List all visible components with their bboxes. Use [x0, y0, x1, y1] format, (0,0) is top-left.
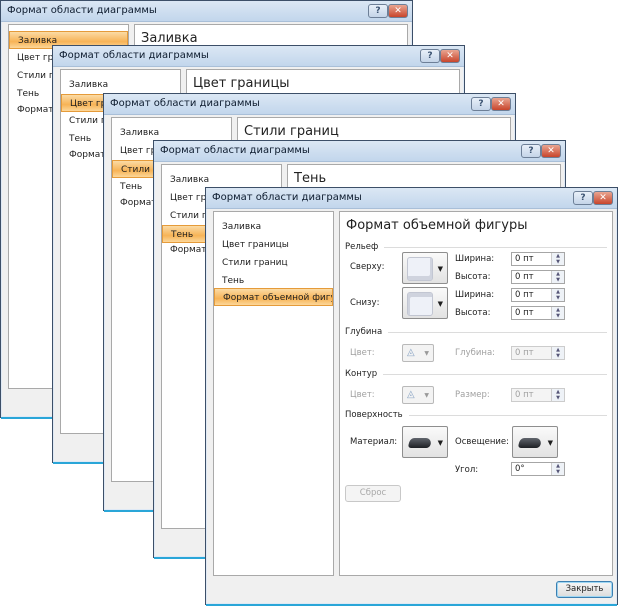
contour-size-label: Размер: [455, 390, 490, 400]
contour-size-value[interactable]: 0 пт [515, 390, 534, 400]
contour-section-label: Контур [345, 369, 378, 379]
contour-section: Контур [345, 369, 607, 379]
pane-heading: Тень [294, 171, 327, 186]
depth-value[interactable]: 0 пт [515, 348, 534, 358]
spinner[interactable]: ▲ ▼ [551, 463, 564, 475]
nav-item[interactable]: Стили границ [214, 254, 333, 272]
depth-section-label: Глубина [345, 327, 383, 337]
depth-section: Глубина [345, 327, 607, 337]
top-height-value[interactable]: 0 пт [515, 272, 534, 282]
depth-color-label: Цвет: [350, 348, 375, 358]
dialog-title: Формат области диаграммы [160, 145, 310, 156]
close-button[interactable]: Закрыть [556, 581, 613, 598]
bottom-width-label: Ширина: [455, 290, 495, 300]
pane-heading: Цвет границы [193, 76, 290, 91]
material-shape-icon [407, 438, 433, 448]
angle-label: Угол: [455, 465, 479, 475]
nav-item[interactable]: Заливка [61, 76, 180, 94]
help-button[interactable]: ? [573, 191, 593, 205]
bottom-height-input[interactable]: 0 пт ▲ ▼ [511, 306, 565, 320]
dialog-title: Формат области диаграммы [212, 192, 362, 203]
paint-bucket-icon: ◬ [407, 347, 415, 358]
nav-item[interactable]: Формат объемной фигуры [214, 288, 333, 306]
lighting-shape-icon [517, 438, 543, 448]
help-button[interactable]: ? [521, 144, 541, 158]
title-bar[interactable]: Формат области диаграммы ? ✕ [53, 46, 464, 67]
help-button[interactable]: ? [420, 49, 440, 63]
spinner[interactable]: ▲ ▼ [551, 389, 564, 401]
pane-heading: Стили границ [244, 124, 339, 139]
bottom-height-value[interactable]: 0 пт [515, 308, 534, 318]
relief-label: Рельеф [345, 242, 379, 252]
dropdown-arrow-icon: ▼ [437, 265, 443, 273]
bevel-top-icon [407, 257, 433, 281]
nav-item[interactable]: Цвет границы [214, 236, 333, 254]
depth-label: Глубина: [455, 348, 496, 358]
format-chart-area-dialog: Формат области диаграммы ? ✕ Заливка Цвет… [205, 187, 618, 606]
spinner[interactable]: ▲ ▼ [551, 347, 564, 359]
close-window-button[interactable]: ✕ [440, 49, 460, 63]
lighting-label: Освещение: [455, 437, 510, 447]
paint-bucket-icon: ◬ [407, 389, 415, 400]
dropdown-arrow-icon: ▼ [547, 439, 553, 447]
dialog-title: Формат области диаграммы [110, 98, 260, 109]
pane-heading: Формат объемной фигуры [346, 218, 528, 233]
top-width-input[interactable]: 0 пт ▲ ▼ [511, 252, 565, 266]
title-bar[interactable]: Формат области диаграммы ? ✕ [206, 188, 617, 209]
bottom-width-input[interactable]: 0 пт ▲ ▼ [511, 288, 565, 302]
material-label: Материал: [350, 437, 398, 447]
reset-button[interactable]: Сброс [345, 485, 401, 502]
category-list: ЗаливкаЦвет границыСтили границТеньФорма… [213, 211, 334, 576]
angle-input[interactable]: 0° ▲ ▼ [511, 462, 565, 476]
title-bar[interactable]: Формат области диаграммы ? ✕ [104, 94, 515, 115]
help-button[interactable]: ? [368, 4, 388, 18]
spinner[interactable]: ▲ ▼ [551, 307, 564, 319]
bevel-bottom-icon [407, 292, 433, 316]
contour-size-input[interactable]: 0 пт ▲ ▼ [511, 388, 565, 402]
close-window-button[interactable]: ✕ [541, 144, 561, 158]
bottom-bevel-dropdown[interactable]: ▼ [402, 287, 448, 319]
lighting-dropdown[interactable]: ▼ [512, 426, 558, 458]
contour-color-button[interactable]: ◬ ▼ [402, 386, 434, 404]
depth-input[interactable]: 0 пт ▲ ▼ [511, 346, 565, 360]
spinner[interactable]: ▲ ▼ [551, 271, 564, 283]
top-width-value[interactable]: 0 пт [515, 254, 534, 264]
bottom-height-label: Высота: [455, 308, 491, 318]
bottom-bevel-label: Снизу: [350, 298, 380, 308]
close-window-button[interactable]: ✕ [388, 4, 408, 18]
title-bar[interactable]: Формат области диаграммы ? ✕ [1, 1, 412, 22]
help-button[interactable]: ? [471, 97, 491, 111]
relief-section: Рельеф [345, 242, 607, 252]
close-window-button[interactable]: ✕ [491, 97, 511, 111]
spinner[interactable]: ▲ ▼ [551, 253, 564, 265]
depth-color-button[interactable]: ◬ ▼ [402, 344, 434, 362]
contour-color-label: Цвет: [350, 390, 375, 400]
title-bar[interactable]: Формат области диаграммы ? ✕ [154, 141, 565, 162]
top-width-label: Ширина: [455, 254, 495, 264]
surface-section: Поверхность [345, 410, 607, 420]
dialog-title: Формат области диаграммы [7, 5, 157, 16]
top-bevel-label: Сверху: [350, 262, 385, 272]
dropdown-arrow-icon: ▼ [424, 350, 429, 357]
pane-heading: Заливка [141, 31, 198, 46]
surface-section-label: Поверхность [345, 410, 403, 420]
top-bevel-dropdown[interactable]: ▼ [402, 252, 448, 284]
settings-pane: Формат объемной фигуры Рельеф Сверху: ▼ … [339, 211, 613, 576]
dropdown-arrow-icon: ▼ [437, 439, 443, 447]
material-dropdown[interactable]: ▼ [402, 426, 448, 458]
top-height-input[interactable]: 0 пт ▲ ▼ [511, 270, 565, 284]
nav-item[interactable]: Заливка [214, 218, 333, 236]
dialog-title: Формат области диаграммы [59, 50, 209, 61]
dropdown-arrow-icon: ▼ [437, 300, 443, 308]
spinner[interactable]: ▲ ▼ [551, 289, 564, 301]
close-window-button[interactable]: ✕ [593, 191, 613, 205]
angle-value[interactable]: 0° [515, 464, 525, 474]
dropdown-arrow-icon: ▼ [424, 392, 429, 399]
top-height-label: Высота: [455, 272, 491, 282]
bottom-width-value[interactable]: 0 пт [515, 290, 534, 300]
